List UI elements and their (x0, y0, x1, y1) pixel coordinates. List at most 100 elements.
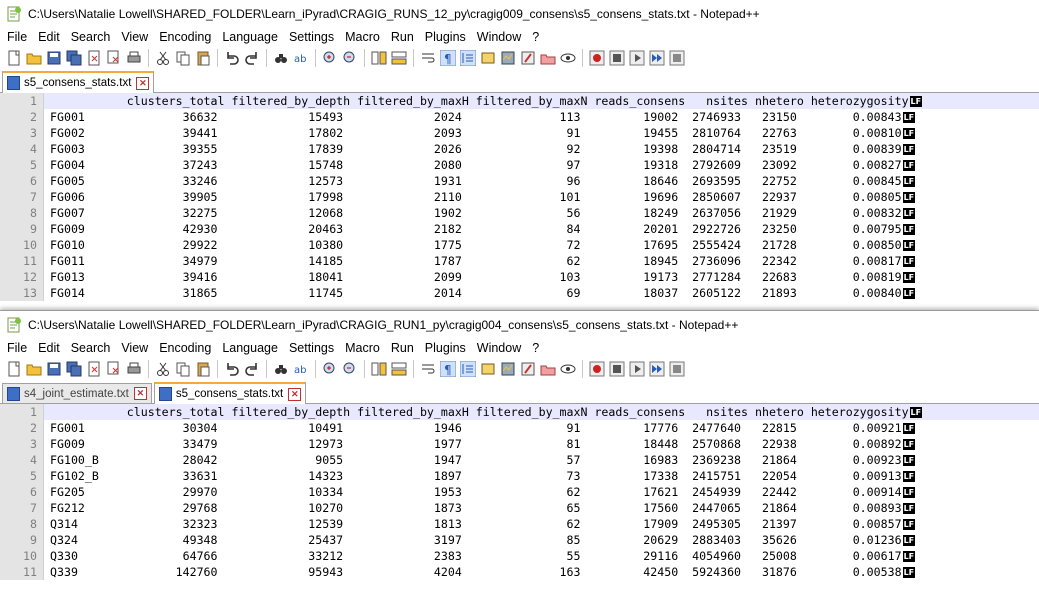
menu-plugins[interactable]: Plugins (420, 30, 472, 44)
menu-file[interactable]: File (2, 30, 33, 44)
replace-icon[interactable]: ab (293, 50, 309, 66)
save-icon[interactable] (46, 361, 62, 377)
sync-v-icon[interactable] (371, 50, 387, 66)
menu-macro[interactable]: Macro (340, 30, 386, 44)
tab-s5-consens-stats[interactable]: s5_consens_stats.txt ✕ (2, 71, 155, 93)
copy-icon[interactable] (175, 361, 191, 377)
stop-macro-icon[interactable] (609, 361, 625, 377)
text-editor[interactable]: 1 clusters_total filtered_by_depth filte… (0, 93, 1039, 301)
close-icon[interactable]: ✕ (136, 76, 150, 90)
redo-icon[interactable] (244, 361, 260, 377)
menu-file[interactable]: File (2, 341, 33, 355)
monitor-icon[interactable] (560, 361, 576, 377)
save-macro-icon[interactable] (669, 361, 685, 377)
zoom-in-icon[interactable] (322, 361, 338, 377)
menu-settings[interactable]: Settings (284, 30, 340, 44)
menu-encoding[interactable]: Encoding (154, 30, 217, 44)
editor-line[interactable]: 2 FG001 30304 10491 1946 91 17776 2477640… (0, 420, 1039, 436)
menu-macro[interactable]: Macro (340, 341, 386, 355)
editor-line[interactable]: 1 clusters_total filtered_by_depth filte… (0, 93, 1039, 109)
open-file-icon[interactable] (26, 50, 42, 66)
monitor-icon[interactable] (560, 50, 576, 66)
text-editor[interactable]: 1 clusters_total filtered_by_depth filte… (0, 404, 1039, 580)
menu-plugins[interactable]: Plugins (420, 341, 472, 355)
menu-language[interactable]: Language (217, 341, 284, 355)
editor-line[interactable]: 3 FG002 39441 17802 2093 91 19455 2810764… (0, 125, 1039, 141)
menu-encoding[interactable]: Encoding (154, 341, 217, 355)
new-file-icon[interactable] (6, 361, 22, 377)
redo-icon[interactable] (244, 50, 260, 66)
record-macro-icon[interactable] (589, 50, 605, 66)
editor-line[interactable]: 6 FG005 33246 12573 1931 96 18646 2693595… (0, 173, 1039, 189)
editor-line[interactable]: 10 FG010 29922 10380 1775 72 17695 255542… (0, 237, 1039, 253)
editor-line[interactable]: 10 Q330 64766 33212 2383 55 29116 4054960… (0, 548, 1039, 564)
save-macro-icon[interactable] (669, 50, 685, 66)
sync-v-icon[interactable] (371, 361, 387, 377)
sync-h-icon[interactable] (391, 361, 407, 377)
close-all-icon[interactable] (106, 361, 122, 377)
function-list-icon[interactable] (520, 361, 536, 377)
print-icon[interactable] (126, 50, 142, 66)
menu-run[interactable]: Run (386, 341, 420, 355)
find-icon[interactable] (273, 361, 289, 377)
folder-workspace-icon[interactable] (540, 361, 556, 377)
run-multiple-macro-icon[interactable] (649, 50, 665, 66)
find-icon[interactable] (273, 50, 289, 66)
show-all-chars-icon[interactable]: ¶ (440, 50, 456, 66)
save-all-icon[interactable] (66, 50, 82, 66)
editor-line[interactable]: 8 Q314 32323 12539 1813 62 17909 2495305 … (0, 516, 1039, 532)
paste-icon[interactable] (195, 361, 211, 377)
editor-line[interactable]: 9 Q324 49348 25437 3197 85 20629 2883403 … (0, 532, 1039, 548)
undo-icon[interactable] (224, 361, 240, 377)
udl-icon[interactable] (480, 50, 496, 66)
menu-settings[interactable]: Settings (284, 341, 340, 355)
record-macro-icon[interactable] (589, 361, 605, 377)
copy-icon[interactable] (175, 50, 191, 66)
menu-window[interactable]: Window (472, 341, 527, 355)
word-wrap-icon[interactable] (420, 361, 436, 377)
indent-guide-icon[interactable] (460, 50, 476, 66)
menu-language[interactable]: Language (217, 30, 284, 44)
doc-map-icon[interactable] (500, 361, 516, 377)
close-file-icon[interactable] (86, 361, 102, 377)
zoom-in-icon[interactable] (322, 50, 338, 66)
menu-view[interactable]: View (116, 341, 154, 355)
word-wrap-icon[interactable] (420, 50, 436, 66)
folder-workspace-icon[interactable] (540, 50, 556, 66)
play-macro-icon[interactable] (629, 361, 645, 377)
editor-line[interactable]: 11 Q339 142760 95943 4204 163 42450 59243… (0, 564, 1039, 580)
menu-run[interactable]: Run (386, 30, 420, 44)
editor-line[interactable]: 9 FG009 42930 20463 2182 84 20201 2922726… (0, 221, 1039, 237)
editor-line[interactable]: 2 FG001 36632 15493 2024 113 19002 274693… (0, 109, 1039, 125)
close-all-icon[interactable] (106, 50, 122, 66)
cut-icon[interactable] (155, 50, 171, 66)
cut-icon[interactable] (155, 361, 171, 377)
editor-line[interactable]: 7 FG212 29768 10270 1873 65 17560 2447065… (0, 500, 1039, 516)
editor-line[interactable]: 7 FG006 39905 17998 2110 101 19696 285060… (0, 189, 1039, 205)
save-all-icon[interactable] (66, 361, 82, 377)
menu-edit[interactable]: Edit (33, 341, 66, 355)
tab-s4-joint-estimate[interactable]: s4_joint_estimate.txt ✕ (2, 383, 152, 403)
editor-line[interactable]: 6 FG205 29970 10334 1953 62 17621 2454939… (0, 484, 1039, 500)
editor-line[interactable]: 8 FG007 32275 12068 1902 56 18249 2637056… (0, 205, 1039, 221)
paste-icon[interactable] (195, 50, 211, 66)
menu-window[interactable]: Window (472, 30, 527, 44)
editor-line[interactable]: 4 FG003 39355 17839 2026 92 19398 2804714… (0, 141, 1039, 157)
editor-line[interactable]: 1 clusters_total filtered_by_depth filte… (0, 404, 1039, 420)
udl-icon[interactable] (480, 361, 496, 377)
menu-search[interactable]: Search (66, 341, 117, 355)
menu-search[interactable]: Search (66, 30, 117, 44)
editor-line[interactable]: 13 FG014 31865 11745 2014 69 18037 260512… (0, 285, 1039, 301)
menu-edit[interactable]: Edit (33, 30, 66, 44)
play-macro-icon[interactable] (629, 50, 645, 66)
doc-map-icon[interactable] (500, 50, 516, 66)
menu-view[interactable]: View (116, 30, 154, 44)
editor-line[interactable]: 5 FG004 37243 15748 2080 97 19318 2792609… (0, 157, 1039, 173)
indent-guide-icon[interactable] (460, 361, 476, 377)
close-icon[interactable]: ✕ (288, 387, 302, 401)
open-file-icon[interactable] (26, 361, 42, 377)
editor-line[interactable]: 5 FG102_B 33631 14323 1897 73 17338 24157… (0, 468, 1039, 484)
undo-icon[interactable] (224, 50, 240, 66)
tab-s5-consens-stats[interactable]: s5_consens_stats.txt ✕ (153, 382, 307, 404)
run-multiple-macro-icon[interactable] (649, 361, 665, 377)
